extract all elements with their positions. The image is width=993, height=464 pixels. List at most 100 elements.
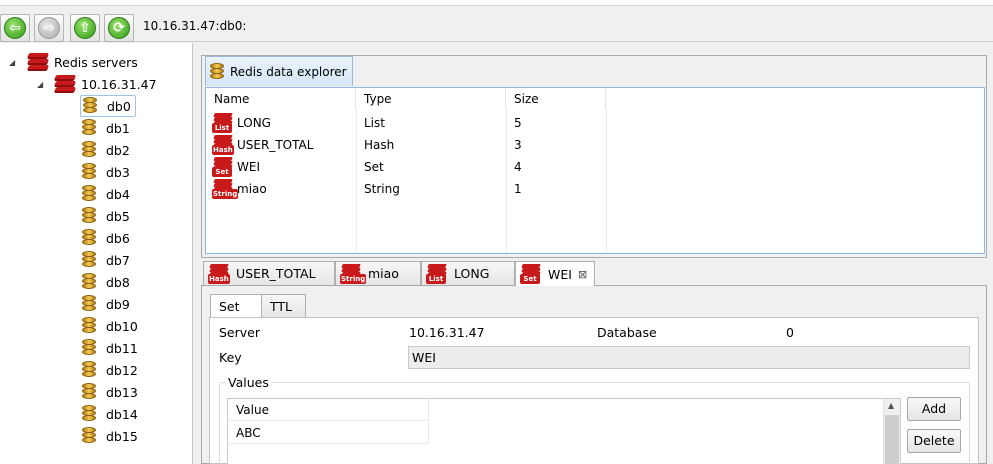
tree-item-db15[interactable]: db15 (80, 425, 142, 447)
values-scrollbar[interactable]: ▲ (883, 399, 900, 464)
tree-item-db8[interactable]: db8 (80, 271, 134, 293)
add-button[interactable]: Add (907, 397, 961, 421)
editor-tab-user-total[interactable]: Hash USER_TOTAL (203, 261, 335, 285)
tree-item-db11[interactable]: db11 (80, 337, 142, 359)
tree-item-label: db15 (106, 428, 138, 444)
table-row[interactable]: String miao String 1 (206, 178, 984, 200)
database-icon (80, 206, 98, 226)
editor-tab-label: WEI (548, 266, 572, 282)
database-icon (80, 316, 98, 336)
tree-item-db6[interactable]: db6 (80, 227, 134, 249)
refresh-icon: ⟳ (108, 17, 130, 39)
column-header-value[interactable]: Value (228, 399, 429, 421)
database-icon (80, 228, 98, 248)
database-icon (80, 360, 98, 380)
editor-tab-long[interactable]: List LONG (421, 261, 515, 285)
tree-item-label: db1 (106, 120, 130, 136)
tree-item-db2[interactable]: db2 (80, 139, 134, 161)
key-type: Hash (364, 138, 395, 152)
tree-item-db14[interactable]: db14 (80, 403, 142, 425)
tree-item-label: db12 (106, 362, 138, 378)
database-label: Database (597, 325, 657, 340)
column-header-size[interactable]: Size (506, 88, 606, 110)
scroll-up-icon[interactable]: ▲ (888, 401, 894, 410)
database-icon (208, 62, 226, 82)
key-name: USER_TOTAL (237, 138, 314, 152)
tree-item-label: db11 (106, 340, 138, 356)
tree-item-db9[interactable]: db9 (80, 293, 134, 315)
up-arrow-icon: ⇧ (74, 17, 96, 39)
key-size: 1 (514, 182, 522, 196)
delete-button[interactable]: Delete (907, 429, 961, 453)
database-icon (80, 162, 98, 182)
tree-item-label: db9 (106, 296, 130, 312)
tree-item-db12[interactable]: db12 (80, 359, 142, 381)
column-header-type[interactable]: Type (356, 88, 506, 110)
server-tree: ◢ Redis servers ◢ 10.16.31.47 db0 db1 db2 d… (0, 43, 193, 464)
database-icon (80, 338, 98, 358)
database-value: 0 (786, 325, 794, 340)
tab-redis-data-explorer[interactable]: Redis data explorer (205, 56, 353, 86)
server-value: 10.16.31.47 (409, 325, 485, 340)
tree-item-label: db3 (106, 164, 130, 180)
database-icon (80, 184, 98, 204)
tree-item-label: db14 (106, 406, 138, 422)
forward-button[interactable]: ⇨ (34, 14, 64, 42)
database-icon (80, 382, 98, 402)
tab-ttl[interactable]: TTL (261, 294, 306, 318)
up-button[interactable]: ⇧ (70, 14, 100, 42)
table-row[interactable]: List LONG List 5 (206, 112, 984, 134)
redis-servers-icon (26, 52, 50, 72)
database-icon (80, 140, 98, 160)
refresh-button[interactable]: ⟳ (104, 14, 134, 42)
list-key-icon: List (212, 113, 236, 133)
tree-server-node[interactable]: 10.16.31.47 (53, 73, 157, 95)
key-size: 4 (514, 160, 522, 174)
tree-item-label: db6 (106, 230, 130, 246)
tab-set[interactable]: Set (210, 294, 262, 318)
editor-tab-label: LONG (454, 266, 490, 281)
column-header-name[interactable]: Name (206, 88, 356, 110)
database-icon (80, 426, 98, 446)
collapse-server-icon[interactable]: ◢ (37, 80, 43, 89)
redis-server-icon (53, 74, 77, 94)
tree-item-db3[interactable]: db3 (80, 161, 134, 183)
tree-item-db5[interactable]: db5 (80, 205, 134, 227)
key-type: Set (364, 160, 384, 174)
collapse-root-icon[interactable]: ◢ (9, 58, 15, 67)
value-row[interactable]: ABC (228, 422, 429, 444)
keys-table: Name Type Size List LONG List 5 Hash USER_TOT… (205, 87, 985, 254)
tree-root-redis-servers[interactable]: Redis servers (26, 51, 138, 73)
editor-tab-bar: Hash USER_TOTAL String miao List LONG Set WEI ⊠ (201, 261, 987, 286)
set-key-icon: Set (212, 157, 236, 177)
tree-item-label: db5 (106, 208, 130, 224)
tree-item-label: db4 (106, 186, 130, 202)
key-field[interactable]: WEI (408, 346, 970, 369)
key-label: Key (219, 350, 242, 365)
table-row[interactable]: Set WEI Set 4 (206, 156, 984, 178)
tree-item-db7[interactable]: db7 (80, 249, 134, 271)
key-size: 3 (514, 138, 522, 152)
current-path: 10.16.31.47:db0: (143, 19, 247, 33)
tree-item-label: db7 (106, 252, 130, 268)
tree-item-db1[interactable]: db1 (80, 117, 134, 139)
tree-item-db0[interactable]: db0 (80, 95, 136, 117)
key-name: miao (237, 182, 267, 196)
tree-item-db13[interactable]: db13 (80, 381, 142, 403)
tree-root-label: Redis servers (54, 54, 138, 70)
editor-tab-miao[interactable]: String miao (335, 261, 421, 285)
close-tab-icon[interactable]: ⊠ (578, 268, 587, 281)
list-key-icon: List (426, 263, 450, 284)
database-icon (80, 272, 98, 292)
key-name: LONG (237, 116, 271, 130)
tree-item-db10[interactable]: db10 (80, 315, 142, 337)
editor-tab-wei[interactable]: Set WEI ⊠ (515, 261, 595, 286)
tree-item-label: db2 (106, 142, 130, 158)
table-row[interactable]: Hash USER_TOTAL Hash 3 (206, 134, 984, 156)
back-button[interactable]: ⇦ (0, 14, 30, 42)
scroll-thumb[interactable] (885, 415, 899, 464)
set-key-icon: Set (520, 264, 544, 284)
tree-item-db4[interactable]: db4 (80, 183, 134, 205)
database-icon (81, 96, 99, 116)
forward-arrow-icon: ⇨ (38, 17, 60, 39)
